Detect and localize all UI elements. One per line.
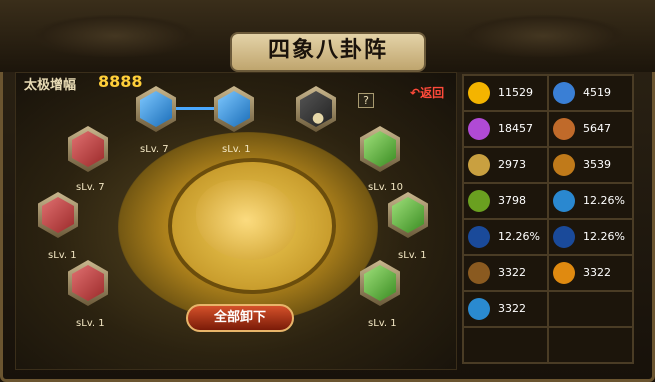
stat-value: 5647 <box>583 122 611 135</box>
slot-label: sLv. 1 <box>398 250 427 261</box>
stat-cell: 18457 <box>463 111 548 147</box>
stat-value: 12.26% <box>498 230 540 243</box>
stat-cell: 12.26% <box>548 219 633 255</box>
power-label: 太极增幅 <box>24 78 77 93</box>
page-title: 四象八卦阵 <box>230 32 426 72</box>
stat-cell: 3322 <box>548 255 633 291</box>
stat-cell: 2973 <box>463 147 548 183</box>
stat-value: 18457 <box>498 122 533 135</box>
power-value: 8888 <box>98 72 143 91</box>
stat-value: 2973 <box>498 158 526 171</box>
spark-icon <box>553 190 575 212</box>
stat-cell: 3322 <box>463 291 548 327</box>
stat-value: 3322 <box>583 266 611 279</box>
lock-icon: ● <box>312 110 325 126</box>
orb-icon <box>468 118 490 140</box>
stat-cell: 3322 <box>463 255 548 291</box>
stat-value: 11529 <box>498 86 533 99</box>
orb-icon <box>468 82 490 104</box>
warrior-icon <box>553 118 575 140</box>
sword-icon <box>468 190 490 212</box>
stat-cell-empty <box>463 327 548 363</box>
slot-gem <box>72 131 104 167</box>
return-label: 返回 <box>420 86 445 100</box>
slot-label: sLv. 1 <box>48 250 77 261</box>
dragon-ornament-left <box>30 14 200 58</box>
stat-cell: 5647 <box>548 111 633 147</box>
slot-gem <box>392 197 424 233</box>
unload-all-button[interactable]: 全部卸下 <box>186 304 294 332</box>
slot-gem <box>140 91 172 127</box>
stat-cell: 12.26% <box>548 183 633 219</box>
stat-cell: 12.26% <box>463 219 548 255</box>
slot-gem <box>218 91 250 127</box>
stat-cell: 3539 <box>548 147 633 183</box>
stat-cell-empty <box>548 327 633 363</box>
dragon-ornament-right <box>458 14 628 58</box>
beast-icon <box>553 154 575 176</box>
help-button[interactable]: ? <box>358 93 374 108</box>
slot-link-line <box>176 107 214 110</box>
shield-icon <box>553 82 575 104</box>
stat-value: 4519 <box>583 86 611 99</box>
slot-label: sLv. 1 <box>76 318 105 329</box>
stat-cell: 4519 <box>548 75 633 111</box>
stat-value: 3322 <box>498 266 526 279</box>
stat-cell: 11529 <box>463 75 548 111</box>
explosion-icon <box>553 262 575 284</box>
slot-gem <box>72 265 104 301</box>
stat-value: 12.26% <box>583 230 625 243</box>
slot-label: sLv. 7 <box>76 182 105 193</box>
return-button[interactable]: ↶返回 <box>410 84 444 101</box>
slot-label: sLv. 1 <box>222 144 251 155</box>
stat-value: 3798 <box>498 194 526 207</box>
stats-panel: 11529 4519 18457 5647 2973 3539 3798 12.… <box>462 74 634 364</box>
dagger-icon <box>468 226 490 248</box>
wave-icon <box>468 298 490 320</box>
hammer-icon <box>468 154 490 176</box>
stat-value: 12.26% <box>583 194 625 207</box>
stat-cell-empty <box>548 291 633 327</box>
slot-gem <box>364 265 396 301</box>
slot-label: sLv. 10 <box>368 182 404 193</box>
stat-value: 3322 <box>498 302 526 315</box>
slot-gem <box>364 131 396 167</box>
stat-cell: 3798 <box>463 183 548 219</box>
arrow-icon <box>553 226 575 248</box>
beast-icon <box>468 262 490 284</box>
slot-label: sLv. 7 <box>140 144 169 155</box>
stat-value: 3539 <box>583 158 611 171</box>
slot-gem <box>42 197 74 233</box>
slot-label: sLv. 1 <box>368 318 397 329</box>
